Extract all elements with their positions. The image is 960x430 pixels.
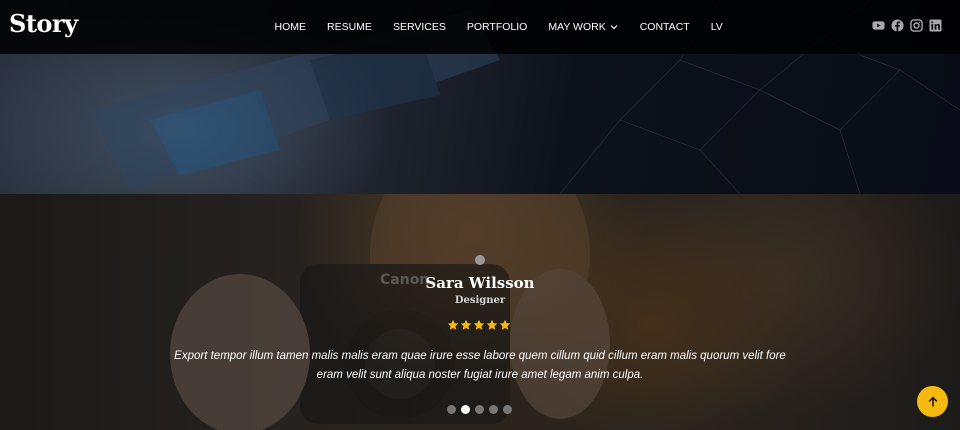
linkedin-icon[interactable]	[929, 19, 942, 32]
star-icon	[460, 319, 472, 330]
nav-contact-label: CONTACT	[639, 21, 690, 33]
star-icon	[473, 319, 485, 330]
nav-home-label: HOME	[274, 21, 307, 33]
nav-portfolio[interactable]: PORTFOLIO	[456, 21, 537, 33]
nav-services-label: SERVICES	[392, 21, 446, 33]
carousel-dot[interactable]	[447, 405, 456, 414]
carousel-dot[interactable]	[503, 405, 512, 414]
rating-stars	[447, 319, 511, 331]
carousel-pagination	[447, 405, 512, 414]
testimonial-quote: Export tempor illum tamen malis malis er…	[174, 350, 786, 381]
youtube-icon[interactable]	[872, 19, 885, 32]
nav-resume[interactable]: RESUME	[317, 21, 383, 33]
nav-may-work-dropdown[interactable]: MAY WORK	[538, 21, 629, 33]
arrow-up-icon	[928, 396, 937, 406]
nav-home[interactable]: HOME	[264, 21, 317, 33]
carousel-dot[interactable]	[461, 405, 470, 414]
facebook-icon[interactable]	[891, 19, 904, 32]
star-icon	[499, 319, 511, 330]
avatar	[475, 255, 485, 265]
site-header: Story HOME RESUME SERVICES PORTFOLIO MAY…	[0, 0, 960, 54]
chevron-down-icon	[610, 25, 618, 30]
instagram-icon[interactable]	[910, 19, 923, 32]
testimonial-name: Sara Wilsson	[425, 274, 535, 292]
star-icon	[447, 319, 459, 330]
nav-resume-label: RESUME	[327, 21, 372, 33]
nav-language-label: LV	[710, 21, 723, 33]
nav-services[interactable]: SERVICES	[382, 21, 456, 33]
nav-language[interactable]: LV	[700, 21, 733, 33]
site-logo[interactable]: Story	[9, 9, 78, 38]
nav-contact[interactable]: CONTACT	[629, 21, 700, 33]
nav-may-work-label: MAY WORK	[548, 21, 606, 33]
back-to-top-button[interactable]	[917, 386, 948, 417]
testimonial-section: Canon Sara Wilsson Designer Export tempo…	[0, 194, 960, 430]
nav-portfolio-label: PORTFOLIO	[466, 21, 528, 33]
social-links	[872, 19, 942, 32]
testimonial-role: Designer	[454, 295, 506, 306]
testimonial-overlay	[0, 194, 960, 430]
main-nav: HOME RESUME SERVICES PORTFOLIO MAY WORK …	[264, 0, 733, 54]
star-icon	[486, 319, 498, 330]
carousel-dot[interactable]	[475, 405, 484, 414]
carousel-dot[interactable]	[489, 405, 498, 414]
